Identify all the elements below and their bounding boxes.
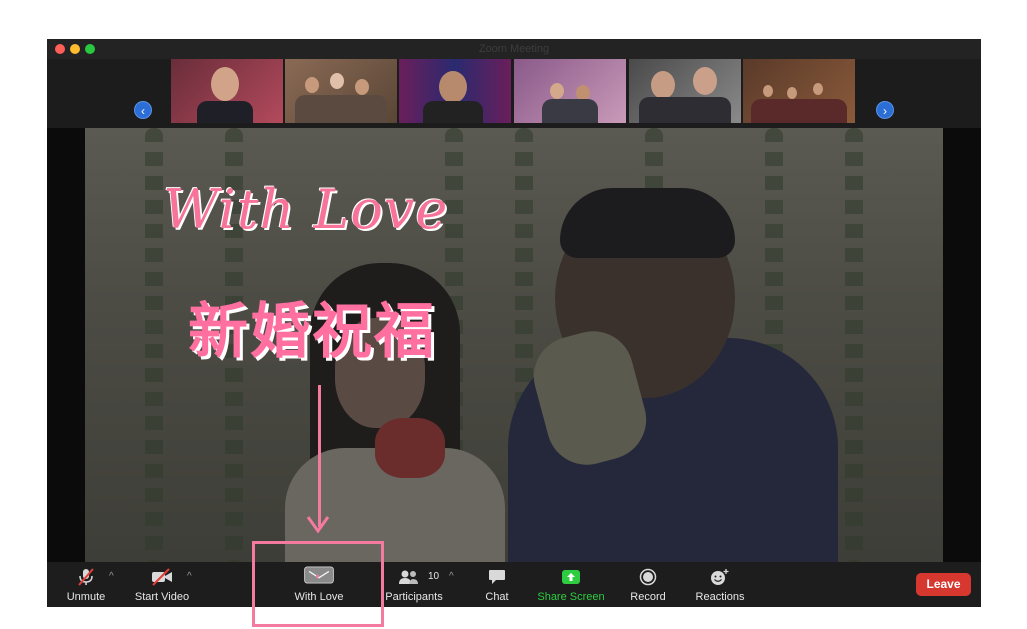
share-screen-button[interactable]: Share Screen xyxy=(535,562,607,607)
chat-label: Chat xyxy=(485,591,509,603)
window-title: Zoom Meeting xyxy=(478,43,550,55)
participant-thumbnail[interactable] xyxy=(285,59,397,123)
unmute-label: Unmute xyxy=(66,591,106,603)
record-button[interactable]: Record xyxy=(623,562,673,607)
participant-thumbnail[interactable] xyxy=(743,59,855,123)
callout-highlight-box xyxy=(252,541,384,627)
participants-button[interactable]: 10 Participants xyxy=(379,562,449,607)
participant-thumbnail[interactable] xyxy=(629,59,741,123)
reactions-smiley-icon xyxy=(711,569,729,585)
gallery-prev-button[interactable]: ‹ xyxy=(134,101,152,119)
reactions-label: Reactions xyxy=(695,591,745,603)
record-icon xyxy=(639,568,657,586)
audio-options-caret-icon[interactable]: ^ xyxy=(109,571,114,582)
participants-options-caret-icon[interactable]: ^ xyxy=(449,571,454,582)
participants-label: Participants xyxy=(385,591,443,603)
reactions-button[interactable]: Reactions xyxy=(691,562,749,607)
overlay-title: With Love xyxy=(163,178,449,241)
callout-arrow-down-icon xyxy=(306,516,330,533)
start-video-button[interactable]: Start Video xyxy=(131,562,193,607)
video-letterbox-right xyxy=(943,128,981,562)
participant-thumbnail[interactable] xyxy=(171,59,283,123)
participant-thumbnail[interactable] xyxy=(399,59,511,123)
chevron-right-icon: › xyxy=(883,104,887,118)
chat-button[interactable]: Chat xyxy=(475,562,519,607)
gallery-next-button[interactable]: › xyxy=(876,101,894,119)
title-bar: Zoom Meeting xyxy=(47,39,981,59)
share-screen-label: Share Screen xyxy=(537,591,605,603)
overlay-subtitle: 新婚祝福 xyxy=(188,297,436,367)
leave-button[interactable]: Leave xyxy=(916,573,971,596)
video-letterbox-left xyxy=(47,128,85,562)
chat-bubble-icon xyxy=(489,570,505,584)
participant-thumbnail[interactable] xyxy=(514,59,626,123)
chevron-left-icon: ‹ xyxy=(141,104,145,118)
share-screen-icon xyxy=(562,570,580,584)
participants-icon xyxy=(399,570,418,584)
unmute-button[interactable]: Unmute xyxy=(55,562,117,607)
callout-arrow-shaft xyxy=(318,385,321,527)
microphone-muted-icon xyxy=(78,568,94,586)
meeting-toolbar: Unmute ^ Start Video ^ With Love 10 Part… xyxy=(47,562,981,607)
video-options-caret-icon[interactable]: ^ xyxy=(187,571,192,582)
record-label: Record xyxy=(630,591,666,603)
start-video-label: Start Video xyxy=(134,591,190,603)
video-camera-off-icon xyxy=(152,568,172,586)
participants-count: 10 xyxy=(428,571,440,582)
